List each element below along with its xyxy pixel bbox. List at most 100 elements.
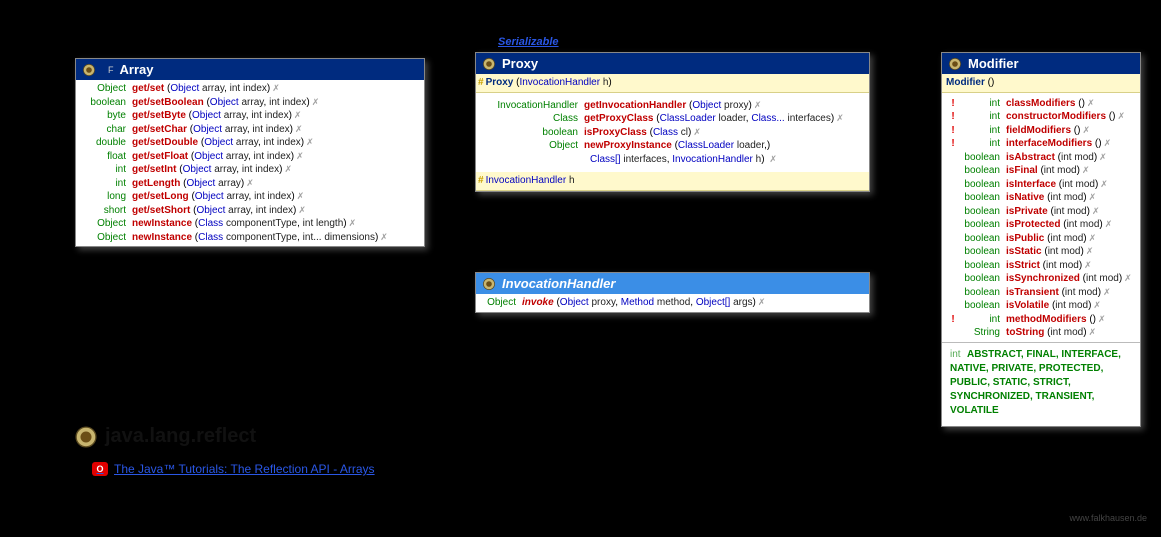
tutorial-link[interactable]: O The Java™ Tutorials: The Reflection AP… [92, 462, 375, 476]
method-row[interactable]: boolean isAbstract (int mod) ✗ [948, 151, 1134, 165]
method-row[interactable]: boolean isProxyClass (Class cl) ✗ [482, 126, 863, 140]
method-name: get/setByte [132, 109, 186, 123]
method-name: getProxyClass [584, 112, 653, 126]
method-row[interactable]: Object newInstance (Class componentType,… [82, 231, 418, 245]
class-header-array: F Array [76, 59, 424, 80]
throws-icon: ✗ [244, 177, 254, 189]
method-row[interactable]: ! int fieldModifiers () ✗ [948, 124, 1134, 138]
method-row[interactable]: boolean isSynchronized (int mod) ✗ [948, 272, 1134, 286]
serializable-interface-label[interactable]: Serializable [498, 36, 559, 48]
method-name: isProtected [1006, 218, 1060, 232]
class-title-modifier: Modifier [968, 56, 1019, 71]
method-args: (int mod) [1048, 205, 1090, 219]
visibility-protected: # [478, 76, 486, 90]
throws-icon: ✗ [1103, 218, 1113, 230]
throws-icon: ✗ [295, 190, 305, 202]
method-args: (int mod) [1044, 326, 1086, 340]
method-name: isTransient [1006, 286, 1059, 300]
throws-icon: ✗ [310, 96, 320, 108]
method-row[interactable]: double get/setDouble (Object array, int … [82, 136, 418, 150]
method-row[interactable]: byte get/setByte (Object array, int inde… [82, 109, 418, 123]
return-type: int [958, 110, 1006, 124]
return-type: char [82, 123, 132, 137]
return-type: boolean [82, 96, 132, 110]
throws-icon: ✗ [1098, 178, 1108, 190]
constructor-name-proxy[interactable]: Proxy [486, 76, 514, 90]
class-box-proxy: Proxy # Proxy (InvocationHandler h) Invo… [475, 52, 870, 192]
method-row[interactable]: Object newInstance (Class componentType,… [82, 217, 418, 231]
method-args: (Class cl) [647, 126, 691, 140]
method-row[interactable]: boolean isProtected (int mod) ✗ [948, 218, 1134, 232]
method-row[interactable]: boolean isVolatile (int mod) ✗ [948, 299, 1134, 313]
method-row[interactable]: boolean isNative (int mod) ✗ [948, 191, 1134, 205]
interface-box-invocationhandler: InvocationHandler Object invoke (Object … [475, 272, 870, 313]
method-name: get/setBoolean [132, 96, 204, 110]
method-row[interactable]: int getLength (Object array) ✗ [82, 177, 418, 191]
constructor-args-proxy: (InvocationHandler h) [513, 76, 611, 90]
method-row[interactable]: ! int classModifiers () ✗ [948, 97, 1134, 111]
method-row[interactable]: ! int methodModifiers () ✗ [948, 313, 1134, 327]
return-type: short [82, 204, 132, 218]
method-row[interactable]: boolean isPublic (int mod) ✗ [948, 232, 1134, 246]
throws-icon: ✗ [834, 112, 844, 124]
return-type: int [958, 97, 1006, 111]
method-name: toString [1006, 326, 1044, 340]
method-list-proxy: InvocationHandler getInvocationHandler (… [476, 93, 869, 173]
class-header-proxy: Proxy [476, 53, 869, 74]
constants-type: int [950, 349, 965, 360]
method-args: (Object array, int index) [204, 96, 310, 110]
method-name: isInterface [1006, 178, 1056, 192]
method-args: (int mod) [1044, 191, 1086, 205]
return-type: Object [82, 82, 132, 96]
throws-icon: ✗ [1102, 137, 1112, 149]
method-args: (ClassLoader loader, Class... interfaces… [653, 112, 834, 126]
method-name: isSynchronized [1006, 272, 1080, 286]
method-args: (Object array) [180, 177, 244, 191]
method-list-invocationhandler: Object invoke (Object proxy, Method meth… [476, 294, 869, 312]
throws-icon: ✗ [1101, 286, 1111, 298]
method-args: (Object array, int index) [176, 163, 282, 177]
method-row[interactable]: Object invoke (Object proxy, Method meth… [482, 296, 863, 310]
class-icon [482, 57, 496, 71]
constructor-name-modifier[interactable]: Modifier [946, 76, 985, 90]
method-args-cont: Class[] interfaces, InvocationHandler h)… [482, 153, 863, 167]
return-type: Object [482, 139, 584, 153]
method-name: get/setFloat [132, 150, 188, 164]
method-args: () [1087, 313, 1096, 327]
method-row[interactable]: boolean isStrict (int mod) ✗ [948, 259, 1134, 273]
method-row[interactable]: char get/setChar (Object array, int inde… [82, 123, 418, 137]
method-row[interactable]: long get/setLong (Object array, int inde… [82, 190, 418, 204]
method-args: (Object array, int index) [186, 109, 292, 123]
method-row[interactable]: ! int interfaceModifiers () ✗ [948, 137, 1134, 151]
throws-icon: ✗ [378, 231, 388, 243]
method-row[interactable]: int get/setInt (Object array, int index)… [82, 163, 418, 177]
method-row[interactable]: InvocationHandler getInvocationHandler (… [482, 99, 863, 113]
method-name: isVolatile [1006, 299, 1049, 313]
interface-icon [482, 277, 496, 291]
method-name: interfaceModifiers [1006, 137, 1092, 151]
method-row[interactable]: boolean isStatic (int mod) ✗ [948, 245, 1134, 259]
method-row[interactable]: boolean get/setBoolean (Object array, in… [82, 96, 418, 110]
method-row[interactable]: boolean isInterface (int mod) ✗ [948, 178, 1134, 192]
field-type: InvocationHandler [486, 174, 567, 188]
method-row[interactable]: Object newProxyInstance (ClassLoader loa… [482, 139, 863, 153]
method-args: (Object array, int index) [189, 190, 295, 204]
method-row[interactable]: boolean isPrivate (int mod) ✗ [948, 205, 1134, 219]
package-title: java.lang.reflect [75, 425, 256, 448]
method-row[interactable]: String toString (int mod) ✗ [948, 326, 1134, 340]
constructor-section-proxy: # Proxy (InvocationHandler h) [476, 74, 869, 93]
return-type: int [958, 124, 1006, 138]
throws-icon: ✗ [1087, 232, 1097, 244]
method-row[interactable]: boolean isTransient (int mod) ✗ [948, 286, 1134, 300]
method-row[interactable]: Class getProxyClass (ClassLoader loader,… [482, 112, 863, 126]
method-row[interactable]: Object get/set (Object array, int index)… [82, 82, 418, 96]
method-list-modifier: ! int classModifiers () ✗ ! int construc… [942, 93, 1140, 342]
method-row[interactable]: ! int constructorModifiers () ✗ [948, 110, 1134, 124]
method-row[interactable]: boolean isFinal (int mod) ✗ [948, 164, 1134, 178]
throws-icon: ✗ [296, 204, 306, 216]
method-row[interactable]: short get/setShort (Object array, int in… [82, 204, 418, 218]
class-icon [948, 57, 962, 71]
throws-icon: ✗ [1097, 151, 1107, 163]
class-icon [82, 63, 96, 77]
method-row[interactable]: float get/setFloat (Object array, int in… [82, 150, 418, 164]
